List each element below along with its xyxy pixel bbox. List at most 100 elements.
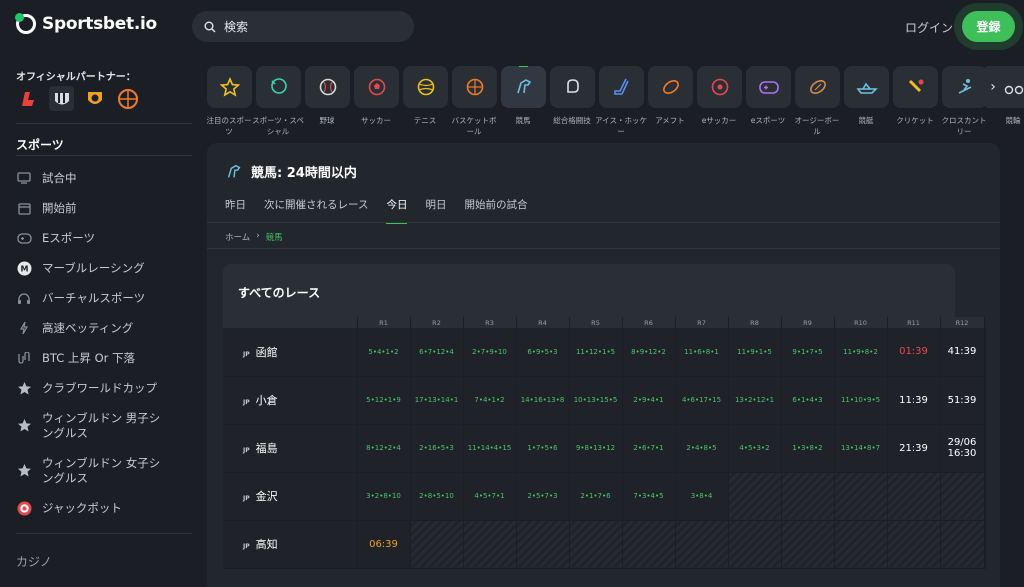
race-cell[interactable]: 1•7•5•6 [516, 424, 570, 473]
table-header-cell: R10 [834, 317, 888, 328]
race-cell[interactable]: 7•3•4•5 [622, 472, 676, 521]
tab-tomorrow[interactable]: 明日 [425, 197, 446, 224]
race-cell[interactable]: 9•1•7•5 [781, 328, 835, 377]
race-cell[interactable]: 17•13•14•1 [410, 376, 464, 425]
venue-cell[interactable]: JP 金沢 [223, 472, 358, 521]
race-cell[interactable]: 4•5•7•1 [463, 472, 517, 521]
boat-icon [855, 82, 878, 94]
venue-cell[interactable]: JP 小倉 [223, 376, 358, 425]
sidebar-item-wimbledon-women[interactable]: ウィンブルドン 女子シングルス [16, 448, 192, 493]
tab-yesterday[interactable]: 昨日 [225, 197, 246, 224]
sidebar-item-virtual-sports[interactable]: バーチャルスポーツ [16, 283, 192, 313]
tab-prematch[interactable]: 開始前の試合 [464, 197, 527, 224]
day-tabs: 昨日 次に開催されるレース 今日 明日 開始前の試合 [225, 197, 545, 224]
sidebar-item-club-world-cup[interactable]: クラブワールドカップ [16, 373, 192, 403]
race-cell[interactable]: 2•7•9•10 [463, 328, 517, 377]
race-cell[interactable]: 2•1•7•6 [569, 472, 623, 521]
race-cell[interactable]: 6•7•12•4 [410, 328, 464, 377]
register-button[interactable]: 登録 [962, 11, 1015, 42]
sport-mma[interactable]: 総合格闘技 [550, 66, 595, 126]
race-cell[interactable]: 4•5•3•2 [728, 424, 782, 473]
race-cell[interactable]: 14•16•13•8 [516, 376, 570, 425]
sidebar-item-marble-racing[interactable]: M マーブルレーシング [16, 253, 192, 283]
sport-aussie-rules[interactable]: オージーボール [795, 66, 840, 137]
newcastle-logo-icon[interactable] [49, 86, 74, 111]
sport-cross-country[interactable]: クロスカントリー [942, 66, 987, 137]
sport-specials[interactable]: スポーツ・スペシャル [252, 66, 304, 137]
sidebar-item-upcoming[interactable]: 開始前 [16, 193, 192, 223]
race-cell[interactable]: 41:39 [940, 328, 985, 377]
sidebar-item-btc[interactable]: BTC 上昇 Or 下落 [16, 343, 192, 373]
race-cell-empty [463, 520, 517, 569]
search-input[interactable] [224, 19, 404, 34]
table-header-cell: R9 [781, 317, 835, 328]
race-cell[interactable]: 2•5•7•3 [516, 472, 570, 521]
race-cell[interactable]: 4•6•17•15 [675, 376, 729, 425]
race-cell[interactable]: 2•4•8•5 [675, 424, 729, 473]
strip-next-button[interactable]: › [983, 66, 1003, 108]
venue-cell[interactable]: JP 函館 [223, 328, 358, 377]
login-link[interactable]: ログイン [905, 19, 953, 36]
race-cell[interactable]: 1•3•8•2 [781, 424, 835, 473]
race-cell[interactable]: 2•6•7•1 [622, 424, 676, 473]
race-cell[interactable]: 11•14•4•15 [463, 424, 517, 473]
race-cell[interactable]: 29/06 16:30 [940, 424, 985, 473]
sidebar-item-jackpot[interactable]: ジャックポット [16, 493, 192, 523]
race-cell[interactable]: 5•12•1•9 [357, 376, 411, 425]
race-cell[interactable]: 11•10•9•5 [834, 376, 888, 425]
race-cell[interactable]: 51:39 [940, 376, 985, 425]
tab-next-races[interactable]: 次に開催されるレース [264, 197, 368, 224]
race-cell[interactable]: 6•1•4•3 [781, 376, 835, 425]
sport-basketball[interactable]: バスケットボール [452, 66, 497, 137]
sport-american-football[interactable]: アメフト [648, 66, 693, 126]
race-cell[interactable]: 21:39 [887, 424, 941, 473]
race-cell[interactable]: 11:39 [887, 376, 941, 425]
sport-esports[interactable]: eスポーツ [746, 66, 791, 126]
sport-esoccer[interactable]: eサッカー [697, 66, 742, 126]
hull-city-logo-icon[interactable] [82, 86, 107, 111]
sidebar-item-wimbledon-men[interactable]: ウィンブルドン 男子シングルス [16, 403, 192, 448]
venue-cell[interactable]: JP 福島 [223, 424, 358, 473]
race-cell[interactable]: 9•8•13•12 [569, 424, 623, 473]
sport-soccer[interactable]: サッカー [354, 66, 399, 126]
aussie-ball-icon [809, 80, 826, 94]
race-cell[interactable]: 01:39 [887, 328, 941, 377]
race-cell[interactable]: 3•8•4 [675, 472, 729, 521]
sidebar-item-fast-betting[interactable]: 高速ベッティング [16, 313, 192, 343]
tab-today[interactable]: 今日 [386, 197, 408, 224]
race-cell[interactable]: 8•9•12•2 [622, 328, 676, 377]
race-cell[interactable]: 13•14•8•7 [834, 424, 888, 473]
bike-icon [1004, 85, 1023, 95]
sport-featured[interactable]: 注目のスポーツ [207, 66, 252, 137]
sport-ice-hockey[interactable]: アイス・ホッケー [595, 66, 647, 137]
sidebar-item-esports[interactable]: Eスポーツ [16, 223, 192, 253]
race-cell[interactable]: 3•2•8•10 [357, 472, 411, 521]
sport-cricket[interactable]: クリケット [893, 66, 938, 126]
race-cell[interactable]: 11•9•1•5 [728, 328, 782, 377]
race-cell[interactable]: 5•4•1•2 [357, 328, 411, 377]
sport-horse-racing[interactable]: 競馬 [501, 66, 546, 126]
sport-tennis[interactable]: テニス [403, 66, 448, 126]
race-cell[interactable]: 2•9•4•1 [622, 376, 676, 425]
basketball-logo-icon[interactable] [115, 86, 140, 111]
sidebar-item-live[interactable]: 試合中 [16, 163, 192, 193]
search-bar[interactable] [192, 11, 414, 42]
race-cell[interactable]: 11•9•8•2 [834, 328, 888, 377]
sidebar-divider [16, 533, 192, 534]
race-cell[interactable]: 11•6•8•1 [675, 328, 729, 377]
sportsbet-logo[interactable]: Sportsbet.io [15, 13, 157, 34]
race-cell[interactable]: 2•16•5•3 [410, 424, 464, 473]
race-cell[interactable]: 7•4•1•2 [463, 376, 517, 425]
laliga-logo-icon[interactable] [16, 86, 41, 111]
race-cell[interactable]: 06:39 [357, 520, 411, 569]
race-cell[interactable]: 8•12•2•4 [357, 424, 411, 473]
race-cell[interactable]: 11•12•1•5 [569, 328, 623, 377]
race-cell[interactable]: 13•2•12•1 [728, 376, 782, 425]
breadcrumb-home[interactable]: ホーム [225, 231, 250, 243]
race-cell[interactable]: 10•13•15•5 [569, 376, 623, 425]
sport-baseball[interactable]: 野球 [305, 66, 350, 126]
venue-cell[interactable]: JP 高知 [223, 520, 358, 569]
race-cell[interactable]: 6•9•5•3 [516, 328, 570, 377]
sport-boat-racing[interactable]: 競艇 [844, 66, 889, 126]
race-cell[interactable]: 2•8•5•10 [410, 472, 464, 521]
